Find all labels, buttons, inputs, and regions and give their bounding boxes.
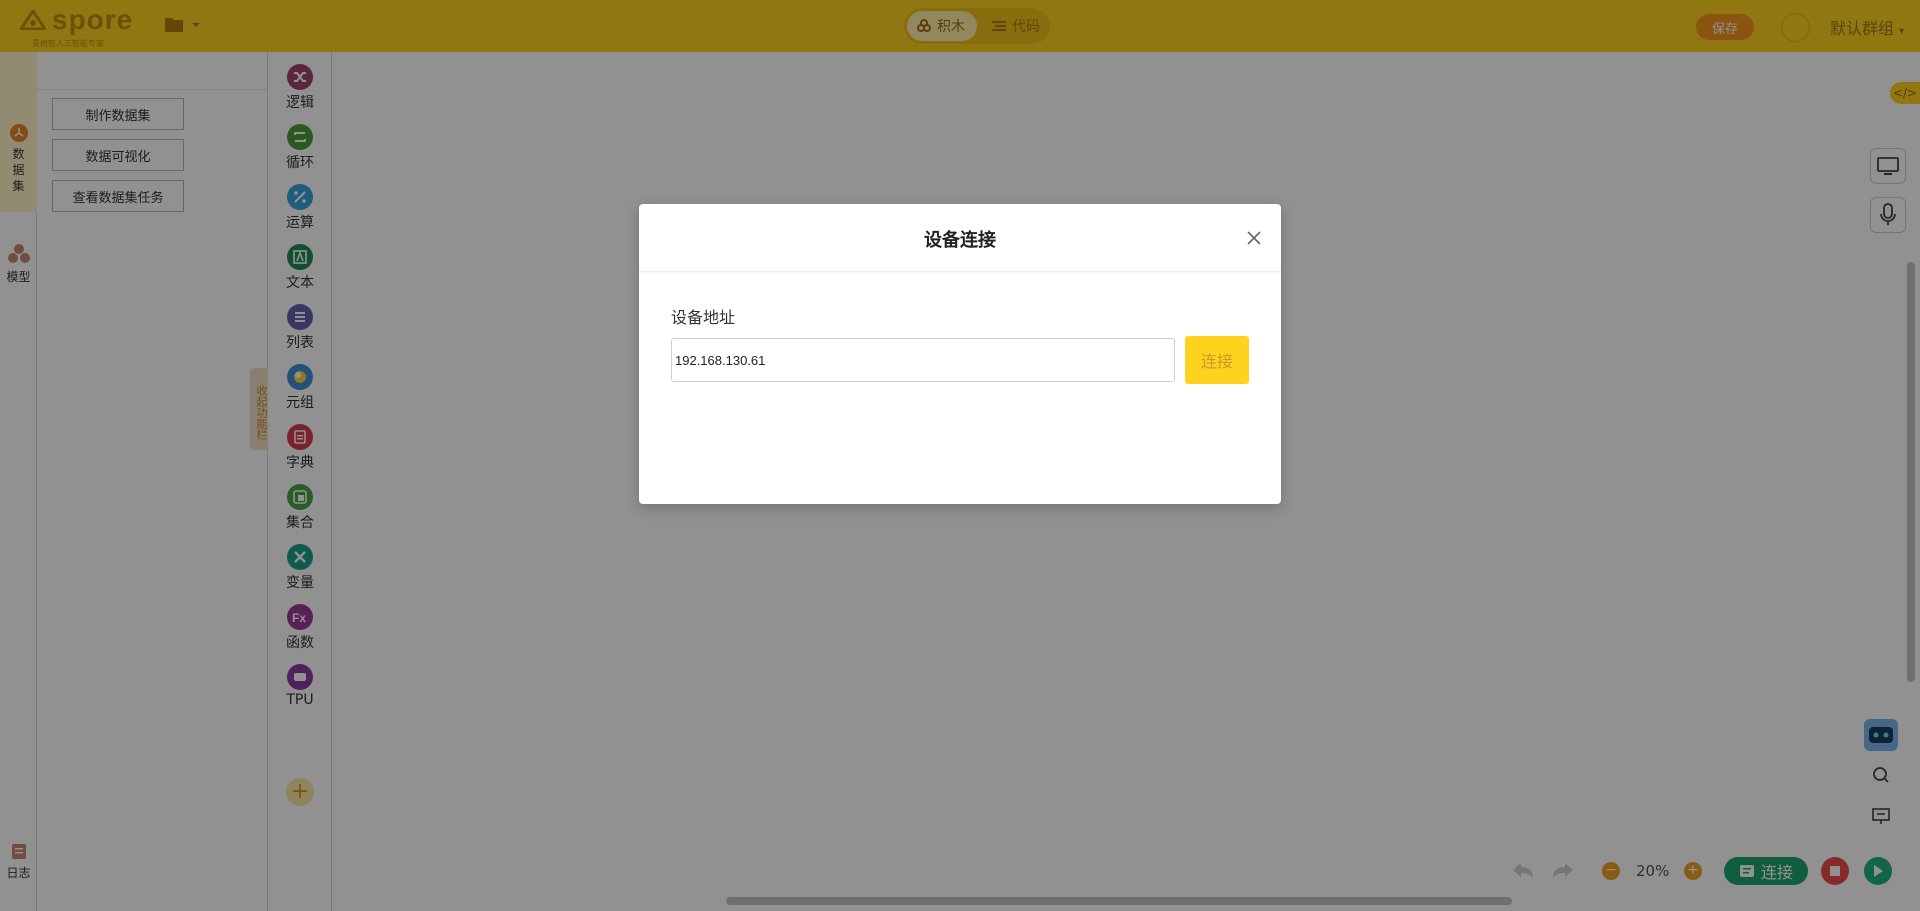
device-connect-dialog: 设备连接 设备地址 连接 (639, 204, 1281, 504)
dialog-header: 设备连接 (639, 204, 1281, 272)
close-button[interactable] (1242, 226, 1266, 250)
close-icon (1247, 231, 1261, 245)
dialog-title: 设备连接 (924, 230, 996, 251)
device-address-label: 设备地址 (671, 308, 736, 327)
device-address-input[interactable] (671, 338, 1175, 382)
connect-button[interactable]: 连接 (1185, 336, 1249, 384)
